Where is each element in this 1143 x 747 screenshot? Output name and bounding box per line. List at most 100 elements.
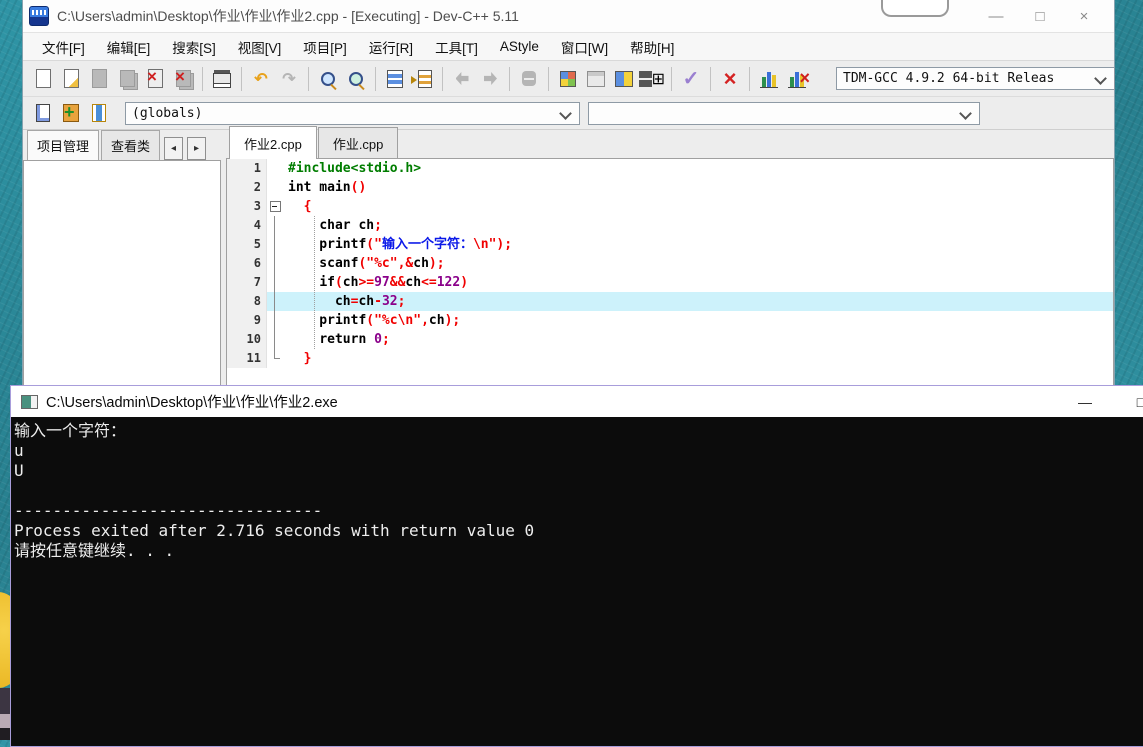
- console-line: 输入一个字符：: [14, 421, 127, 440]
- console-output[interactable]: 输入一个字符： u U ------------------------------…: [11, 417, 1143, 561]
- console-minimize-button[interactable]: —: [1063, 386, 1107, 417]
- indent-guide: [314, 216, 315, 349]
- menu-item-6[interactable]: 工具[T]: [424, 33, 489, 61]
- print-icon[interactable]: [209, 66, 235, 92]
- code-text: char ch;: [283, 216, 1113, 235]
- compile-icon[interactable]: [555, 66, 581, 92]
- code-text: int main(): [283, 178, 1113, 197]
- tab-scroll-right-icon[interactable]: ▸: [187, 137, 207, 160]
- fold-marker: [267, 254, 283, 273]
- close-icon[interactable]: [142, 66, 168, 92]
- menu-item-3[interactable]: 视图[V]: [227, 33, 293, 61]
- code-line[interactable]: 7 if(ch>=97&&ch<=122): [227, 273, 1113, 292]
- console-line: Process exited after 2.716 seconds with …: [14, 521, 535, 540]
- close-button[interactable]: ×: [1062, 0, 1106, 32]
- token: 0: [374, 332, 382, 347]
- globals-select[interactable]: (globals): [125, 101, 580, 125]
- fold-margin: [267, 159, 283, 178]
- abort-compilation-icon[interactable]: ×: [717, 66, 743, 92]
- code-line[interactable]: 6 scanf("%c",&ch);: [227, 254, 1113, 273]
- minimize-button[interactable]: —: [974, 0, 1018, 32]
- line-number: 6: [227, 254, 267, 273]
- new-source-icon[interactable]: [30, 66, 56, 92]
- token: (: [334, 275, 343, 290]
- project-panel-body[interactable]: [23, 160, 221, 387]
- menu-item-5[interactable]: 运行[R]: [358, 33, 424, 61]
- maximize-button[interactable]: □: [1018, 0, 1062, 32]
- add-to-project-icon[interactable]: [58, 100, 84, 126]
- menu-item-8[interactable]: 窗口[W]: [550, 33, 619, 61]
- token: ch: [413, 256, 429, 271]
- editor-tab-0[interactable]: 作业2.cpp: [229, 126, 317, 159]
- token: >=: [358, 275, 375, 290]
- comment-icon[interactable]: [516, 66, 542, 92]
- fold-marker: [267, 235, 283, 254]
- syntax-check-icon[interactable]: ✓: [678, 66, 704, 92]
- rebuild-all-icon[interactable]: ⊞: [639, 66, 665, 92]
- code-line[interactable]: 10 return 0;: [227, 330, 1113, 349]
- project-panel: 项目管理 查看类 ◂ ▸: [23, 129, 221, 387]
- token: main: [311, 180, 351, 195]
- token: ;: [381, 332, 390, 347]
- code-line[interactable]: 2 int main(): [227, 178, 1113, 197]
- redo-icon[interactable]: ↷: [276, 66, 302, 92]
- code-line[interactable]: 1 #include<stdio.h>: [227, 159, 1113, 178]
- undo-icon[interactable]: ↶: [248, 66, 274, 92]
- run-icon[interactable]: [583, 66, 609, 92]
- goto-function-icon[interactable]: [410, 66, 436, 92]
- code-line[interactable]: 9 printf("%c\n",ch);: [227, 311, 1113, 330]
- goto-line-icon[interactable]: [382, 66, 408, 92]
- token: ("%c",&: [358, 256, 414, 271]
- code-line[interactable]: 8 ch=ch-32;: [227, 292, 1113, 311]
- compiler-select[interactable]: TDM-GCC 4.9.2 64-bit Releas: [836, 67, 1115, 90]
- line-number: 11: [227, 349, 267, 368]
- menu-item-9[interactable]: 帮助[H]: [619, 33, 685, 61]
- back-icon[interactable]: [449, 66, 475, 92]
- token: 97: [374, 275, 390, 290]
- title-bar[interactable]: C:\Users\admin\Desktop\作业\作业\作业2.cpp - […: [23, 0, 1114, 32]
- token: ;: [374, 218, 382, 233]
- editor-tab-1[interactable]: 作业.cpp: [317, 127, 399, 159]
- close-all-icon[interactable]: [170, 66, 196, 92]
- code-line[interactable]: 5 printf("输入一个字符：\n");: [227, 235, 1113, 254]
- delete-profiling-icon[interactable]: [784, 66, 810, 92]
- line-number: 8: [227, 292, 267, 311]
- panel-tab-0[interactable]: 项目管理: [27, 130, 100, 160]
- toolbar-separator: [548, 66, 549, 91]
- tab-scroll-left-icon[interactable]: ◂: [164, 137, 184, 160]
- toolbar-separator: [375, 66, 376, 91]
- save-all-icon[interactable]: [114, 66, 140, 92]
- fold-margin: [267, 178, 283, 197]
- code-line[interactable]: 4 char ch;: [227, 216, 1113, 235]
- new-unit-icon[interactable]: [30, 100, 56, 126]
- menu-bar: 文件[F] 编辑[E] 搜索[S] 视图[V] 项目[P] 运行[R] 工具[T] AStyl…: [23, 32, 1114, 61]
- code-editor[interactable]: 1 #include<stdio.h> 2 int main() 3 {4 char c…: [226, 158, 1114, 387]
- panel-tab-1[interactable]: 查看类: [101, 130, 161, 160]
- token: #include<stdio.h>: [288, 161, 422, 176]
- code-line[interactable]: 11 }: [227, 349, 1113, 368]
- menu-item-2[interactable]: 搜索[S]: [161, 33, 227, 61]
- menu-item-1[interactable]: 编辑[E]: [96, 33, 162, 61]
- find-icon[interactable]: [315, 66, 341, 92]
- forward-icon[interactable]: [477, 66, 503, 92]
- window-title: C:\Users\admin\Desktop\作业\作业\作业2.cpp - […: [57, 8, 519, 24]
- open-icon[interactable]: [58, 66, 84, 92]
- members-select[interactable]: [588, 101, 980, 125]
- console-maximize-button[interactable]: □: [1119, 386, 1143, 417]
- remove-from-project-icon[interactable]: [86, 100, 112, 126]
- menu-item-0[interactable]: 文件[F]: [31, 33, 96, 61]
- menu-item-7[interactable]: AStyle: [489, 35, 550, 58]
- find-in-files-icon[interactable]: [343, 66, 369, 92]
- menu-item-4[interactable]: 项目[P]: [292, 33, 358, 61]
- token: {: [288, 199, 312, 214]
- line-number: 10: [227, 330, 267, 349]
- screen-record-indicator: [881, 0, 949, 17]
- profile-analysis-icon[interactable]: [756, 66, 782, 92]
- console-title-bar[interactable]: C:\Users\admin\Desktop\作业\作业\作业2.exe — □: [11, 386, 1143, 417]
- fold-marker[interactable]: [267, 197, 283, 216]
- main-toolbar: ↶↷ ⊞ ✓ × TDM-GCC 4.9.2 64-bit Releas: [23, 61, 1115, 97]
- compile-and-run-icon[interactable]: [611, 66, 637, 92]
- code-line[interactable]: 3 {: [227, 197, 1113, 216]
- save-icon[interactable]: [86, 66, 112, 92]
